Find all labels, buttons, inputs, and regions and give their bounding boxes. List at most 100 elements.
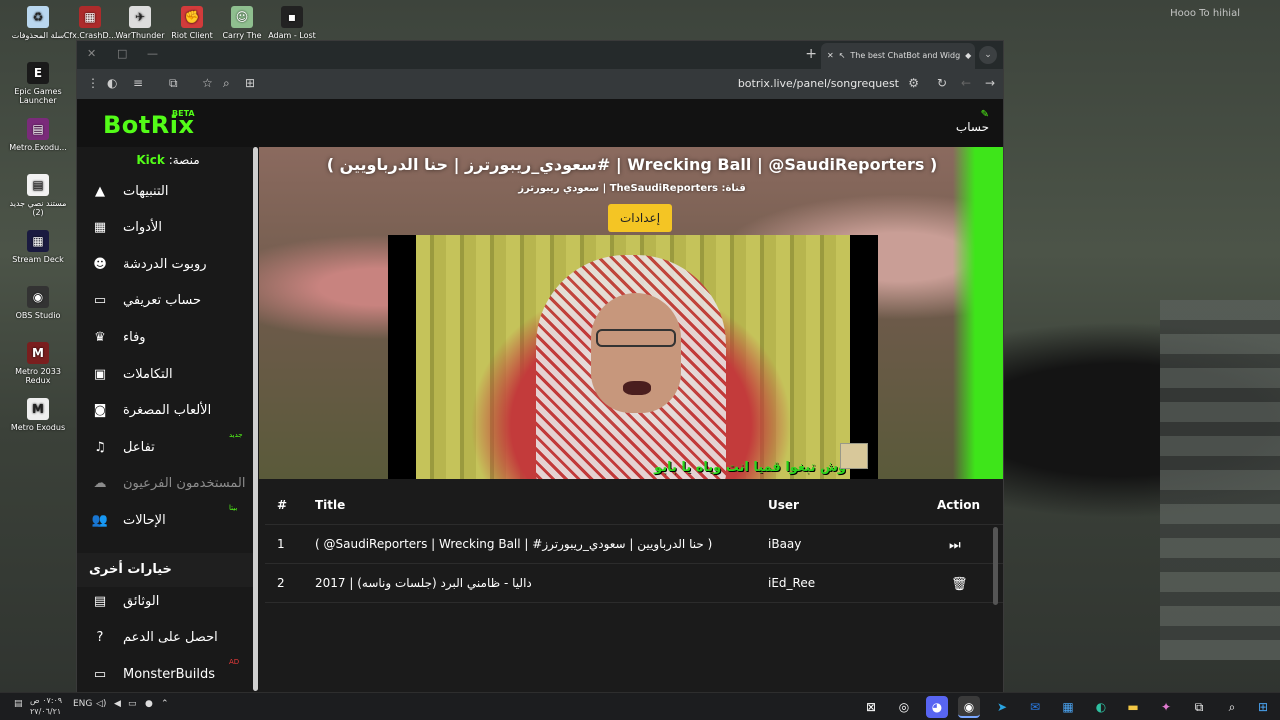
robot-icon: ☻ xyxy=(93,256,107,272)
sidebar-item[interactable]: ▦ الأدوات xyxy=(77,210,253,246)
zoom-icon[interactable]: ⌕ xyxy=(223,76,230,91)
trash-icon[interactable]: 🗑 xyxy=(951,576,968,592)
help-icon: ? xyxy=(96,630,104,646)
translate-icon[interactable]: ⊞ xyxy=(245,76,255,90)
sidebar-item[interactable]: ? احصل على الدعم xyxy=(77,620,253,656)
copilot-icon[interactable]: ✦ xyxy=(1155,696,1177,718)
clock-date: ٢٧/٠٦/٢١ xyxy=(30,707,62,716)
app-header: BotRix BETA ✎ حساب xyxy=(77,99,1003,147)
back-icon[interactable]: → xyxy=(985,76,995,90)
clock[interactable]: ٠٧:٠٩ ص ٢٧/٠٦/٢١ xyxy=(30,695,62,717)
video-player[interactable]: وش تبغوا قميا انت وياه يا بابو xyxy=(388,235,878,479)
network-icon[interactable]: ▭ xyxy=(128,699,137,709)
desktop-shortcut[interactable]: ▪ Adam - Lost xyxy=(262,6,322,40)
bookmark-star-icon[interactable]: ☆ xyxy=(202,76,213,90)
task-view-icon[interactable]: ⧉ xyxy=(1188,696,1210,718)
minimize-window-icon[interactable]: — xyxy=(147,47,158,60)
desktop-shortcut-label: Riot Client xyxy=(171,31,213,40)
video-channel-logo xyxy=(840,443,868,469)
table-scrollbar[interactable] xyxy=(993,527,998,605)
table-row: 2 داليا - ظامني البرد (جلسات وناسه) | 20… xyxy=(265,564,1003,603)
sidebar-item-label: احصل على الدعم xyxy=(123,630,218,646)
desktop-shortcut[interactable]: ▤ مستند نصي جديد (2) xyxy=(8,174,68,217)
browser-menu-icon[interactable]: ⋮ xyxy=(87,76,99,90)
desktop-shortcut-label: OBS Studio xyxy=(15,311,61,320)
sidebar-item-label: الألعاب المصغرة xyxy=(123,403,212,419)
header-user: User xyxy=(768,498,799,512)
desktop-shortcut-label: WarThunder xyxy=(115,31,165,40)
desktop-shortcut[interactable]: ♻ سلة المحذوفات xyxy=(8,6,68,40)
sidebar-item: ☁ المستخدمون الفرعيون xyxy=(77,466,253,502)
sidebar-item-label: الأدوات xyxy=(123,220,162,236)
notification-icon[interactable]: ▤ xyxy=(14,699,23,709)
account-menu[interactable]: ✎ حساب xyxy=(956,109,989,134)
media-control-icon[interactable]: ≡ xyxy=(133,76,143,90)
edge-icon[interactable]: ◐ xyxy=(1090,696,1112,718)
volume-icon[interactable]: ◁) xyxy=(96,699,106,709)
riot-icon: ✊ xyxy=(181,6,203,28)
desktop-shortcut[interactable]: M Metro 2033 Redux xyxy=(8,342,68,385)
sidebar-item-badge: جديد xyxy=(229,431,243,440)
desktop-shortcut-label: Stream Deck xyxy=(12,255,64,264)
sidebar-item[interactable]: ▭ حساب تعريفي xyxy=(77,283,253,319)
tab-title: The best ChatBot and Widg xyxy=(850,51,961,60)
gamepad-icon: ◙ xyxy=(93,403,107,419)
store-icon[interactable]: ▦ xyxy=(1057,696,1079,718)
sidebar-item[interactable]: ♛ وفاء xyxy=(77,319,253,355)
obs-icon: ◉ xyxy=(27,286,49,308)
song-queue-table: # Title User Action 1 ( @SaudiReporters … xyxy=(265,485,1003,603)
microphone-icon[interactable]: ● xyxy=(145,699,153,709)
sidebar-item[interactable]: ▭ MonsterBuilds AD xyxy=(77,656,253,692)
address-bar[interactable]: botrix.live/panel/songrequest xyxy=(738,77,899,90)
close-window-icon[interactable]: ✕ xyxy=(87,47,96,60)
platform-name[interactable]: Kick xyxy=(136,153,165,167)
sidebar-item[interactable]: ▲ التنبيهات xyxy=(77,173,253,209)
adam-icon: ▪ xyxy=(281,6,303,28)
search-icon[interactable]: ⌕ xyxy=(1221,696,1243,718)
sidebar-item[interactable]: ▣ التكاملات xyxy=(77,356,253,392)
desktop-shortcut-label: مستند نصي جديد (2) xyxy=(9,199,67,217)
xbox-bar-icon[interactable]: ⊠ xyxy=(860,696,882,718)
mail-icon[interactable]: ✉ xyxy=(1024,696,1046,718)
id-card-icon: ▭ xyxy=(93,293,107,309)
new-tab-button[interactable]: + xyxy=(805,46,817,62)
discord-icon[interactable]: ◕ xyxy=(926,696,948,718)
tab-close-icon[interactable]: ✕ xyxy=(827,43,834,69)
desktop-shortcut[interactable]: ▦ Stream Deck xyxy=(8,230,68,264)
chrome-icon[interactable]: ◉ xyxy=(958,696,980,718)
sidebar-item-label: حساب تعريفي xyxy=(123,293,202,309)
row-num: 2 xyxy=(277,576,285,590)
settings-button[interactable]: إعدادات xyxy=(608,204,672,232)
steam-icon[interactable]: ◎ xyxy=(893,696,915,718)
speaker-icon[interactable]: ◀ xyxy=(114,699,121,709)
sidebar-scrollbar[interactable] xyxy=(253,147,258,691)
tab-botrix[interactable]: ✕ ↖ The best ChatBot and Widg ◆ xyxy=(821,43,975,69)
reload-icon[interactable]: ↻ xyxy=(937,76,947,90)
sidebar-item[interactable]: ☻ روبوت الدردشة xyxy=(77,246,253,282)
language-indicator[interactable]: ENG xyxy=(73,699,92,709)
tab-search-dropdown-icon[interactable]: ⌄ xyxy=(979,46,997,64)
sidebar-item[interactable]: 👥 الإحالات بيتا xyxy=(77,502,253,538)
site-settings-icon[interactable]: ⚙ xyxy=(908,76,919,90)
desktop-shortcut[interactable]: M Metro Exodus xyxy=(8,398,68,432)
file-explorer-icon[interactable]: ▬ xyxy=(1122,696,1144,718)
sidebar-item-label: الوثائق xyxy=(123,593,160,609)
profile-icon[interactable]: ◐ xyxy=(107,76,117,90)
desktop-shortcut[interactable]: ✈ WarThunder xyxy=(110,6,170,40)
start-icon[interactable]: ⊞ xyxy=(1252,696,1274,718)
show-hidden-icons-icon[interactable]: ⌃ xyxy=(161,699,169,709)
desktop-shortcut[interactable]: ◉ OBS Studio xyxy=(8,286,68,320)
sidebar-item[interactable]: ◙ الألعاب المصغرة xyxy=(77,393,253,429)
desktop-shortcut[interactable]: ▤ Metro.Exodu... xyxy=(8,118,68,152)
maximize-window-icon[interactable]: □ xyxy=(117,47,127,60)
desktop-shortcut-label: سلة المحذوفات xyxy=(11,31,65,40)
extensions-icon[interactable]: ⧉ xyxy=(169,76,178,91)
carry-icon: ☺ xyxy=(231,6,253,28)
forward-icon[interactable]: ← xyxy=(961,76,971,90)
sidebar-item[interactable]: ♫ تفاعل جديد xyxy=(77,429,253,465)
desktop-shortcut[interactable]: E Epic Games Launcher xyxy=(8,62,68,105)
skip-forward-icon[interactable]: ⏭ xyxy=(949,537,961,553)
sidebar-item[interactable]: ▤ الوثائق xyxy=(77,583,253,619)
telegram-icon[interactable]: ➤ xyxy=(991,696,1013,718)
sidebar-item-label: التكاملات xyxy=(123,366,173,382)
